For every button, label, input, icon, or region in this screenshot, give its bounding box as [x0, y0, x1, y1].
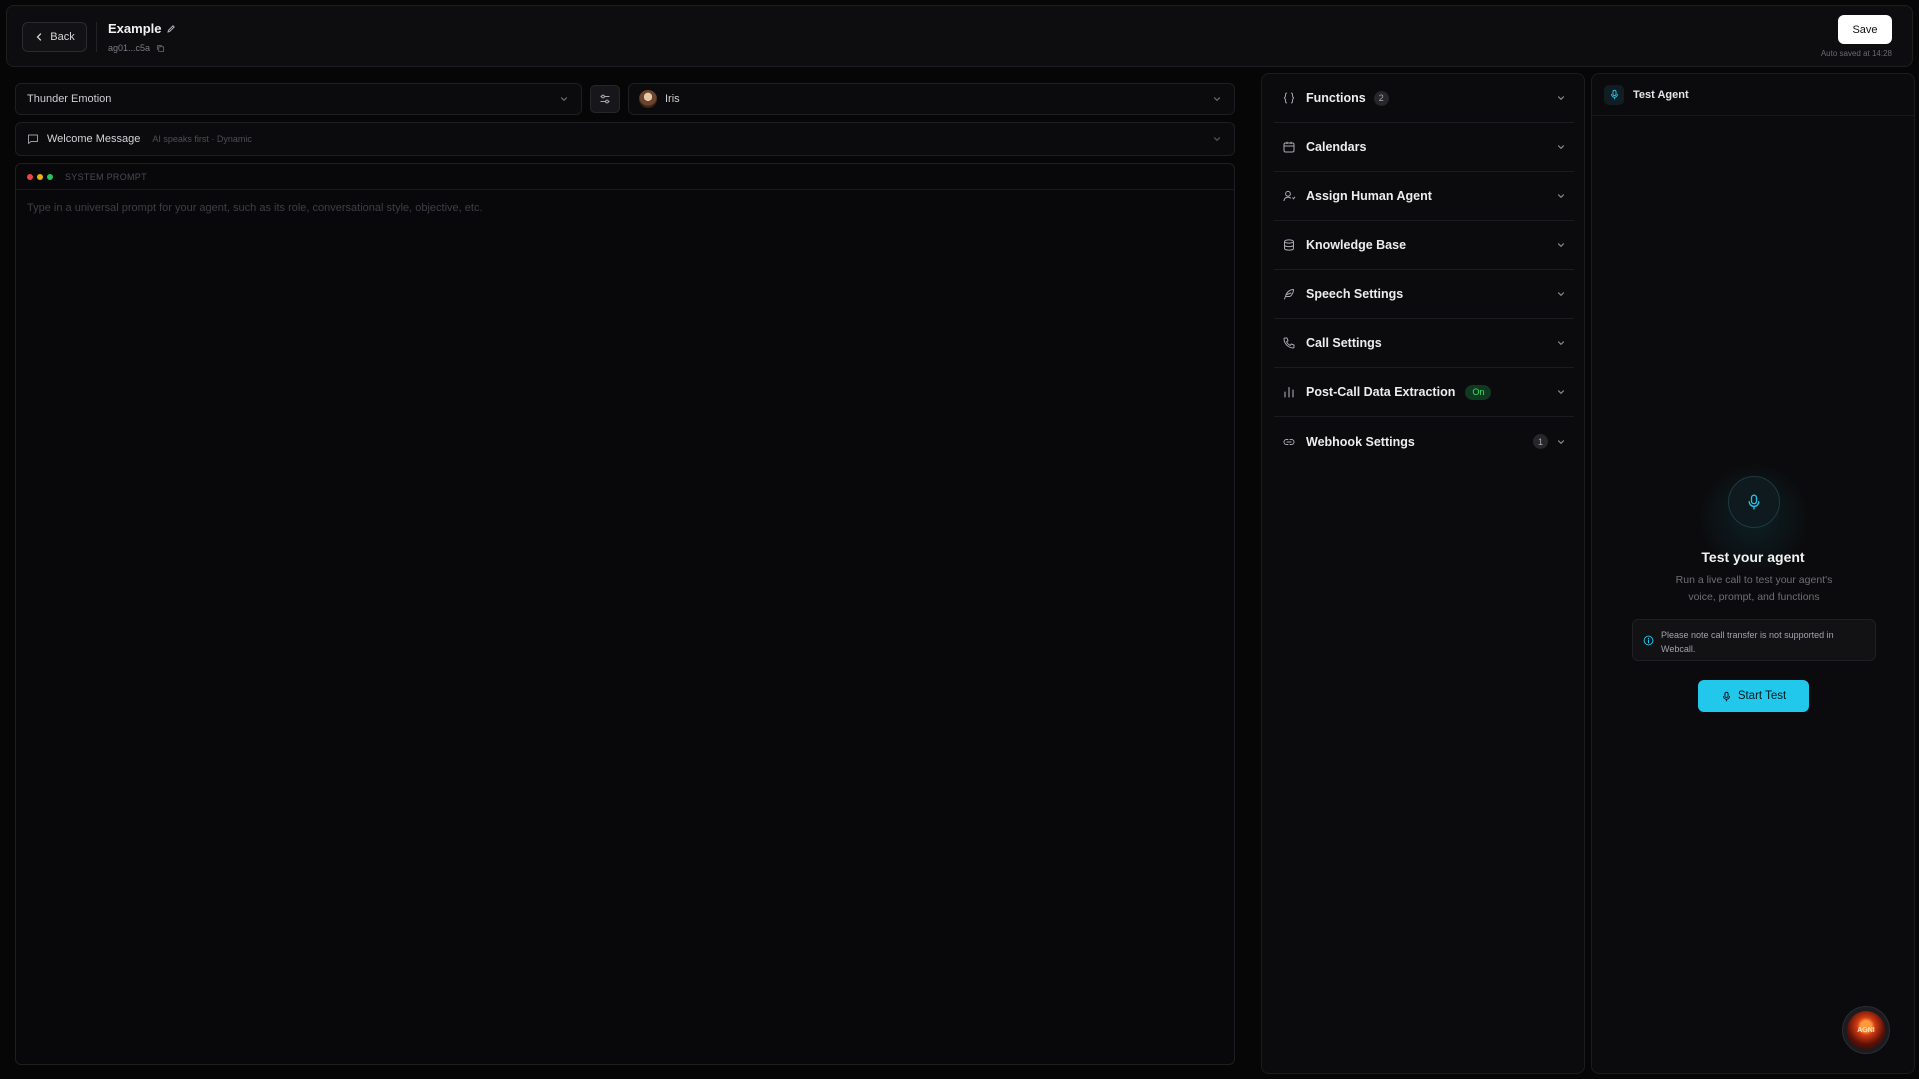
count-badge: 2 [1373, 90, 1389, 106]
agent-title[interactable]: Example [108, 21, 176, 36]
settings-item-webhook-settings[interactable]: Webhook Settings 1 [1274, 417, 1574, 466]
test-agent-badge [1604, 84, 1624, 105]
microphone-icon [1610, 89, 1618, 100]
top-bar: Back Example ag01...c5a Save Auto saved … [6, 5, 1913, 67]
settings-item-speech-settings[interactable]: Speech Settings [1274, 270, 1574, 319]
model-select-value: Thunder Emotion [27, 93, 112, 105]
system-prompt-header: SYSTEM PROMPT [16, 164, 1234, 190]
chevron-down-icon [1557, 390, 1565, 395]
settings-item-functions[interactable]: Functions 2 [1274, 74, 1574, 123]
test-description: Run a live call to test your agent's voi… [1675, 574, 1833, 603]
info-icon [1643, 635, 1654, 646]
chevron-down-icon [1557, 194, 1565, 199]
settings-item-label: Speech Settings [1306, 287, 1404, 301]
settings-item-call-settings[interactable]: Call Settings [1274, 319, 1574, 368]
save-button[interactable]: Save [1838, 15, 1892, 44]
window-dot-green [47, 173, 53, 180]
back-button-label: Back [50, 31, 75, 43]
assistant-logo-text: AGNI [1857, 1026, 1875, 1034]
microphone-icon [1722, 691, 1730, 701]
settings-item-label: Calendars [1306, 140, 1367, 154]
start-test-label: Start Test [1737, 690, 1787, 702]
system-prompt-panel: SYSTEM PROMPT [15, 163, 1235, 1065]
model-settings-button[interactable] [590, 85, 620, 113]
link-icon [1283, 438, 1295, 445]
window-dot-red [27, 173, 33, 180]
bar-chart-icon [1284, 386, 1294, 398]
chevron-down-icon [1557, 292, 1565, 297]
window-dot-yellow [37, 173, 43, 180]
system-prompt-input[interactable] [16, 190, 1234, 1060]
braces-icon [1283, 92, 1295, 104]
welcome-message-subtitle: AI speaks first · Dynamic [152, 134, 252, 144]
settings-item-post-call-data-extraction[interactable]: Post-Call Data Extraction On [1274, 368, 1574, 417]
system-prompt-label: SYSTEM PROMPT [65, 171, 147, 182]
webcall-notice-text: Please note call transfer is not support… [1661, 630, 1834, 654]
sliders-icon [600, 94, 610, 104]
welcome-message-label: Welcome Message [47, 133, 141, 145]
settings-item-knowledge-base[interactable]: Knowledge Base [1274, 221, 1574, 270]
chevron-down-icon [1557, 96, 1565, 101]
settings-item-label: Call Settings [1306, 336, 1382, 350]
mic-indicator [1728, 476, 1780, 528]
feather-icon [1284, 289, 1294, 300]
chevron-down-icon [1557, 341, 1565, 346]
agent-title-text: Example [108, 21, 162, 36]
chevron-down-icon [1213, 137, 1221, 142]
chevron-down-icon [1213, 97, 1221, 102]
microphone-icon [1748, 494, 1760, 510]
agent-id: ag01...c5a [108, 43, 165, 53]
voice-select-value: Iris [665, 93, 680, 105]
voice-avatar [639, 90, 657, 108]
agent-id-text: ag01...c5a [108, 43, 151, 53]
voice-select[interactable]: Iris [628, 83, 1235, 115]
header-divider [96, 22, 97, 52]
chevron-left-icon [36, 33, 42, 41]
assistant-fab[interactable]: AGNI [1842, 1006, 1890, 1054]
chevron-down-icon [1557, 243, 1565, 248]
count-badge: 1 [1533, 434, 1548, 449]
assistant-logo-icon: AGNI [1847, 1011, 1885, 1049]
settings-item-label: Webhook Settings [1306, 434, 1415, 449]
webcall-notice: Please note call transfer is not support… [1632, 619, 1876, 661]
phone-icon [1283, 337, 1295, 349]
settings-panel: Functions 2 Calendars Assign Human Agent… [1261, 73, 1585, 1074]
test-agent-header: Test Agent [1592, 74, 1914, 116]
settings-item-calendars[interactable]: Calendars [1274, 123, 1574, 172]
message-square-icon [28, 134, 38, 144]
pencil-icon[interactable] [166, 24, 176, 34]
settings-item-label: Assign Human Agent [1306, 189, 1432, 203]
status-badge: On [1465, 384, 1492, 400]
chevron-down-icon [1557, 439, 1565, 444]
test-agent-panel: Test Agent Test your agent Run a live ca… [1591, 73, 1915, 1074]
chevron-down-icon [560, 97, 568, 102]
test-title: Test your agent [1701, 549, 1805, 565]
settings-item-label: Post-Call Data Extraction [1306, 385, 1456, 399]
start-test-button[interactable]: Start Test [1698, 680, 1809, 712]
copy-icon[interactable] [156, 44, 165, 53]
chevron-down-icon [1557, 145, 1565, 150]
user-icon [1283, 190, 1296, 202]
back-button[interactable]: Back [22, 22, 87, 52]
settings-item-label: Functions [1306, 91, 1366, 105]
settings-item-label: Knowledge Base [1306, 238, 1407, 252]
welcome-message-toggle[interactable]: Welcome Message AI speaks first · Dynami… [15, 122, 1235, 156]
settings-item-assign-human-agent[interactable]: Assign Human Agent [1274, 172, 1574, 221]
database-icon [1284, 239, 1294, 251]
model-select[interactable]: Thunder Emotion [15, 83, 582, 115]
test-agent-label: Test Agent [1633, 88, 1689, 101]
calendar-icon [1283, 141, 1295, 153]
autosave-status: Auto saved at 14:28 [1820, 49, 1892, 58]
